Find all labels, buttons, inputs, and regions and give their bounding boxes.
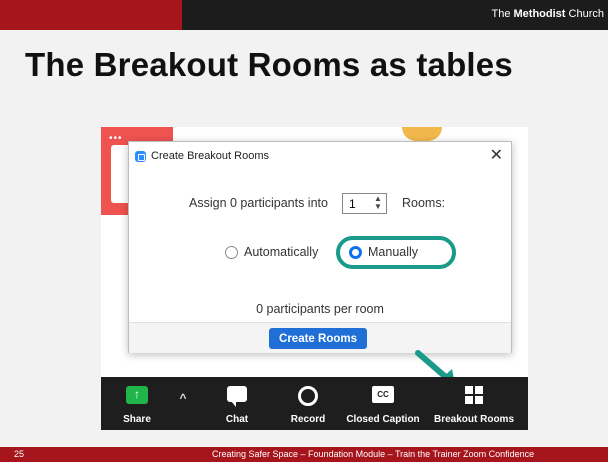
slide-title: The Breakout Rooms as tables bbox=[25, 46, 513, 83]
chat-icon bbox=[227, 386, 247, 407]
share-screen-icon bbox=[126, 386, 148, 404]
more-icon: ••• bbox=[109, 133, 123, 144]
footer-text: Creating Safer Space – Foundation Module… bbox=[212, 449, 535, 459]
zoom-toolbar: Share ^ Chat Record CC Closed Caption Br… bbox=[101, 377, 528, 430]
share-button[interactable]: Share bbox=[119, 377, 155, 430]
zoom-screenshot: ••• Create Breakout Rooms ✕ Assign 0 par… bbox=[101, 127, 528, 430]
assign-label: Assign 0 participants into bbox=[189, 196, 328, 210]
breakout-rooms-button[interactable]: Breakout Rooms bbox=[429, 377, 519, 430]
radio-automatically-label: Automatically bbox=[244, 245, 319, 259]
slide-header: The Methodist Church bbox=[0, 0, 608, 30]
record-icon bbox=[298, 386, 318, 406]
chevron-up-icon: ^ bbox=[179, 391, 187, 405]
radio-selected-icon[interactable] bbox=[349, 246, 362, 260]
slide-number: 25 bbox=[14, 449, 25, 459]
close-icon[interactable]: ✕ bbox=[490, 145, 503, 165]
rooms-label: Rooms: bbox=[402, 196, 446, 210]
slide-footer: 25 Creating Safer Space – Foundation Mod… bbox=[0, 447, 608, 462]
closed-caption-icon: CC bbox=[372, 386, 394, 403]
share-options-button[interactable]: ^ bbox=[175, 377, 191, 430]
radio-manually-label: Manually bbox=[368, 245, 419, 259]
background-emoji bbox=[402, 127, 442, 141]
breakout-rooms-icon bbox=[465, 386, 483, 404]
header-accent-bar bbox=[0, 0, 182, 30]
create-rooms-button[interactable]: Create Rooms bbox=[269, 328, 367, 349]
participants-per-room: 0 participants per room bbox=[256, 302, 384, 316]
closed-caption-button[interactable]: CC Closed Caption bbox=[341, 377, 425, 430]
brand-text: The Methodist Church bbox=[491, 8, 605, 20]
rooms-spinner[interactable]: ▲ ▼ bbox=[374, 195, 382, 211]
spin-down-icon[interactable]: ▼ bbox=[374, 202, 382, 211]
chat-button[interactable]: Chat bbox=[219, 377, 255, 430]
zoom-app-icon bbox=[135, 151, 146, 162]
record-button[interactable]: Record bbox=[287, 377, 329, 430]
dialog-title: Create Breakout Rooms bbox=[151, 150, 269, 162]
radio-unselected-icon[interactable] bbox=[225, 246, 238, 260]
radio-automatically[interactable]: Automatically bbox=[225, 245, 319, 260]
radio-manually[interactable]: Manually bbox=[349, 245, 419, 260]
create-breakout-rooms-dialog: Create Breakout Rooms ✕ Assign 0 partici… bbox=[128, 141, 512, 353]
